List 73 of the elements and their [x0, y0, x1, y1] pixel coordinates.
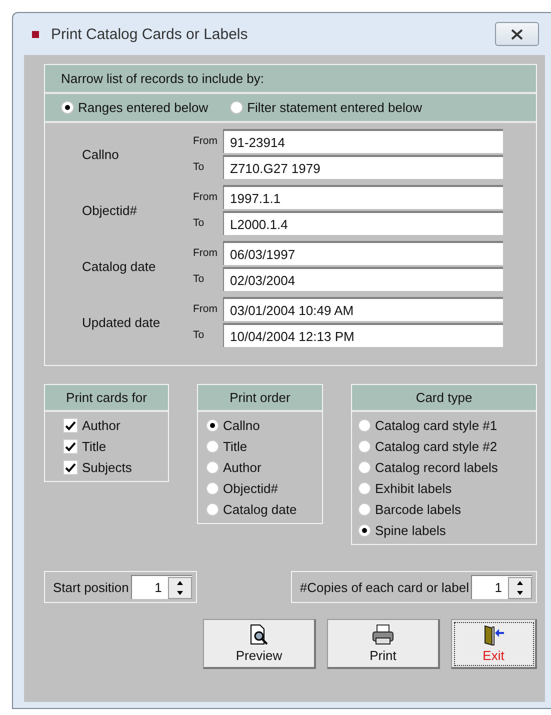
radio-button[interactable]: Spine labels: [358, 523, 532, 538]
radio-circle[interactable]: [358, 419, 371, 432]
check-icon: [65, 420, 76, 430]
field-label: Objectid#: [81, 202, 138, 218]
radio-circle[interactable]: [206, 440, 219, 453]
print-button[interactable]: Print: [327, 619, 440, 669]
from-field[interactable]: 06/03/1997: [223, 241, 503, 265]
from-label: From: [193, 135, 218, 147]
radio-circle[interactable]: [358, 440, 371, 453]
checkbox[interactable]: Title: [63, 439, 164, 454]
field-label: Updated date: [81, 314, 162, 330]
group-heading: Card type: [352, 385, 536, 412]
group-heading: Print cards for: [45, 385, 168, 412]
checkbox-square[interactable]: [63, 439, 78, 454]
spinner-label: #Copies of each card or label: [300, 580, 469, 594]
from-label: From: [193, 247, 218, 259]
radio-button[interactable]: Catalog date: [206, 502, 318, 517]
checkbox[interactable]: Subjects: [63, 460, 164, 475]
check-icon: [65, 462, 76, 472]
radio-button[interactable]: Barcode labels: [358, 502, 532, 517]
door-icon: [482, 624, 506, 646]
from-label: From: [193, 191, 218, 203]
to-label: To: [193, 273, 206, 285]
from-field[interactable]: 03/01/2004 10:49 AM: [223, 297, 503, 321]
checkbox-square[interactable]: [63, 418, 78, 433]
panel-heading: Narrow list of records to include by:: [45, 65, 536, 94]
radio-circle[interactable]: [230, 101, 244, 114]
from-field[interactable]: 1997.1.1: [223, 185, 503, 209]
preview-button[interactable]: Preview: [203, 619, 316, 669]
radio-button[interactable]: Title: [206, 439, 318, 454]
radio-circle[interactable]: [358, 482, 371, 495]
radio-circle[interactable]: [358, 503, 371, 516]
radio-button[interactable]: Objectid#: [206, 481, 318, 496]
to-field[interactable]: Z710.G27 1979: [223, 155, 503, 179]
field-label: Callno: [81, 146, 120, 162]
close-button[interactable]: [495, 22, 539, 46]
radio-button[interactable]: Exhibit labels: [358, 481, 532, 496]
preview-icon: [248, 624, 270, 646]
to-field[interactable]: 10/04/2004 12:13 PM: [223, 323, 503, 347]
radio-circle[interactable]: [206, 503, 219, 516]
number-spinner[interactable]: 1: [471, 575, 532, 599]
radio-button[interactable]: Author: [206, 460, 318, 475]
radio-button[interactable]: Catalog card style #2: [358, 439, 532, 454]
radio-circle[interactable]: [358, 461, 371, 474]
app-icon: [32, 30, 39, 38]
window-title: Print Catalog Cards or Labels: [51, 26, 249, 42]
radio-circle[interactable]: [206, 419, 219, 432]
checkbox[interactable]: Author: [63, 418, 164, 433]
to-label: To: [193, 217, 206, 229]
radio-button[interactable]: Catalog card style #1: [358, 418, 532, 433]
spinner-label: Start position: [53, 580, 129, 594]
radio-circle[interactable]: [206, 482, 219, 495]
radio-circle[interactable]: [61, 101, 74, 114]
radio-button[interactable]: Ranges entered below: [61, 100, 208, 115]
check-icon: [65, 442, 76, 452]
printer-icon: [371, 624, 395, 646]
group-heading: Print order: [198, 385, 322, 412]
to-label: To: [193, 329, 206, 341]
field-label: Catalog date: [81, 258, 157, 274]
from-label: From: [193, 303, 218, 315]
radio-button[interactable]: Catalog record labels: [358, 460, 532, 475]
radio-circle[interactable]: [358, 524, 371, 537]
to-field[interactable]: 02/03/2004: [223, 267, 503, 291]
to-label: To: [193, 161, 206, 173]
from-field[interactable]: 91-23914: [223, 129, 503, 153]
radio-button[interactable]: Callno: [206, 418, 318, 433]
to-field[interactable]: L2000.1.4: [223, 211, 503, 235]
checkbox-square[interactable]: [63, 460, 78, 475]
radio-button[interactable]: Filter statement entered below: [230, 100, 422, 115]
close-icon: [511, 28, 523, 40]
number-spinner[interactable]: 1: [130, 575, 192, 599]
radio-circle[interactable]: [206, 461, 219, 474]
exit-button[interactable]: Exit: [451, 619, 537, 669]
